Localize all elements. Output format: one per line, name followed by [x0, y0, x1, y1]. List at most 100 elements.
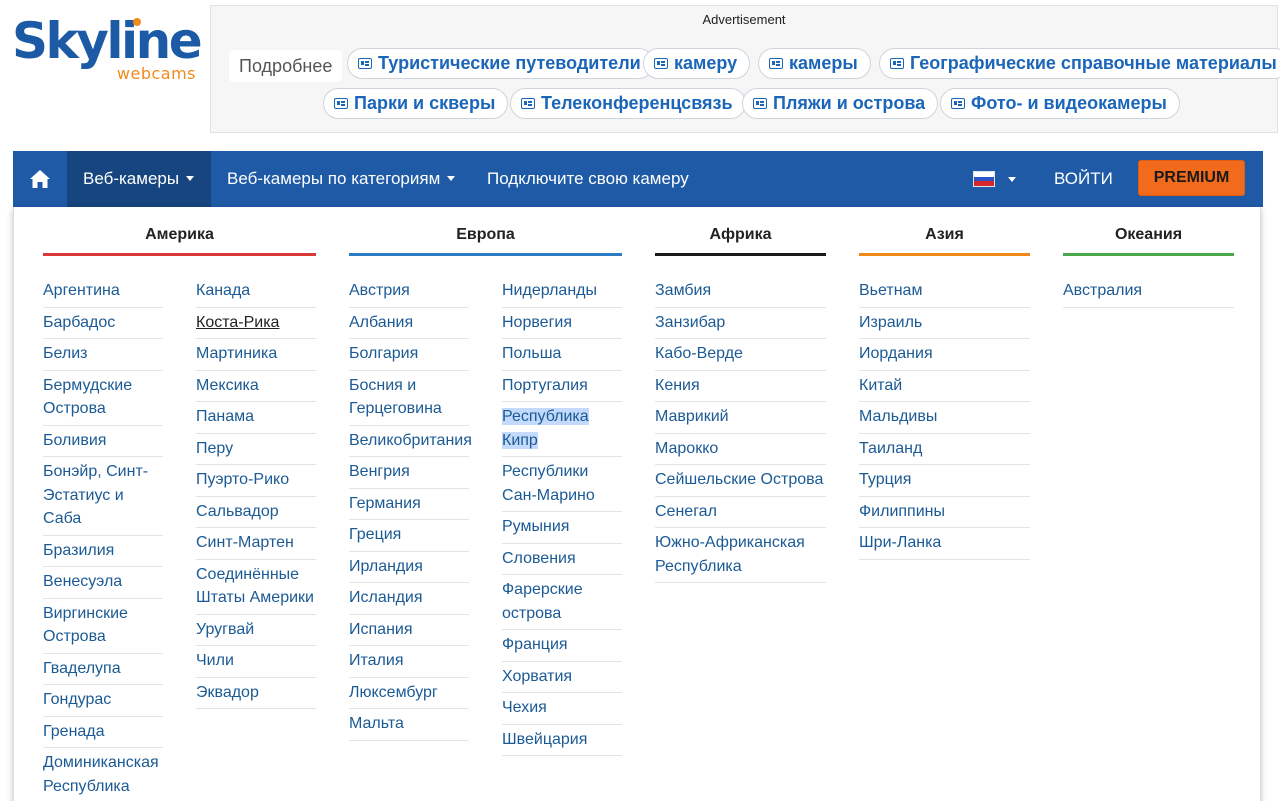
country-link[interactable]: Республики Сан-Марино: [502, 457, 622, 512]
skyline-logo[interactable]: Skyline webcams: [12, 14, 203, 84]
country-link[interactable]: Аргентина: [43, 276, 163, 308]
country-link[interactable]: Австралия: [1063, 276, 1234, 308]
country-link[interactable]: Иордания: [859, 339, 1030, 371]
country-link[interactable]: Болгария: [349, 339, 469, 371]
country-link[interactable]: Исландия: [349, 583, 469, 615]
country-link[interactable]: Нидерланды: [502, 276, 622, 308]
country-link[interactable]: Маврикий: [655, 402, 826, 434]
russian-flag-icon[interactable]: [973, 171, 995, 187]
region-title-asia[interactable]: Азия: [859, 226, 1030, 256]
ad-chip-cameras[interactable]: камеры: [758, 48, 871, 79]
country-link[interactable]: Кабо-Верде: [655, 339, 826, 371]
country-link[interactable]: Гренада: [43, 717, 163, 748]
country-link[interactable]: Германия: [349, 489, 469, 520]
country-link[interactable]: Великобритания: [349, 426, 472, 457]
ad-chip-geography[interactable]: Географические справочные материалы: [879, 48, 1280, 79]
country-link[interactable]: Сальвадор: [196, 497, 316, 528]
country-link[interactable]: Таиланд: [859, 434, 1030, 465]
country-link[interactable]: Кения: [655, 371, 826, 402]
country-link[interactable]: Мальдивы: [859, 402, 1030, 434]
ad-chip-photo-video[interactable]: Фото- и видеокамеры: [940, 88, 1180, 119]
country-link[interactable]: Италия: [349, 646, 469, 678]
language-caret-icon[interactable]: [1008, 177, 1016, 182]
country-link[interactable]: Канада: [196, 276, 316, 308]
country-link[interactable]: Виргинские Острова: [43, 599, 163, 654]
country-link[interactable]: Польша: [502, 339, 622, 371]
country-link[interactable]: Белиз: [43, 339, 163, 371]
country-link[interactable]: Венесуэла: [43, 567, 163, 599]
login-button[interactable]: ВОЙТИ: [1054, 151, 1113, 207]
country-link[interactable]: Норвегия: [502, 308, 622, 339]
country-link[interactable]: Греция: [349, 520, 469, 552]
ad-chip-teleconference[interactable]: Телеконференцсвязь: [510, 88, 746, 119]
country-link[interactable]: Словения: [502, 544, 622, 575]
country-link[interactable]: Южно-Африканская Республика: [655, 528, 826, 583]
country-link[interactable]: Марокко: [655, 434, 826, 465]
nav-categories-menu[interactable]: Веб-камеры по категориям: [227, 151, 456, 207]
country-link-selected[interactable]: Республика Кипр: [502, 402, 622, 457]
country-link[interactable]: Чили: [196, 646, 316, 678]
ad-more-label: Подробнее: [229, 50, 343, 82]
country-link[interactable]: Фарерские острова: [502, 575, 622, 630]
country-link[interactable]: Мартиника: [196, 339, 316, 371]
advertisement-box: Advertisement Подробнее Туристические пу…: [210, 5, 1280, 133]
country-link[interactable]: Гваделупа: [43, 654, 163, 685]
country-link[interactable]: Гондурас: [43, 685, 163, 717]
region-title-africa[interactable]: Африка: [655, 226, 826, 256]
country-link[interactable]: Сенегал: [655, 497, 826, 528]
country-link[interactable]: Ирландия: [349, 552, 469, 583]
country-link[interactable]: Турция: [859, 465, 1030, 497]
ad-chip-beaches[interactable]: Пляжи и острова: [742, 88, 939, 119]
country-link[interactable]: Уругвай: [196, 615, 316, 646]
country-link[interactable]: Барбадос: [43, 308, 163, 339]
nav-webcams-menu[interactable]: Веб-камеры: [67, 151, 211, 207]
country-link[interactable]: Мексика: [196, 371, 316, 402]
home-button[interactable]: [13, 151, 67, 207]
country-list-europe-1: Австрия Албания Болгария Босния и Герцег…: [349, 276, 472, 741]
country-link[interactable]: Панама: [196, 402, 316, 434]
country-link[interactable]: Соединённые Штаты Америки: [196, 560, 316, 615]
country-link[interactable]: Люксембург: [349, 678, 469, 709]
country-link[interactable]: Филиппины: [859, 497, 1030, 528]
country-link[interactable]: Чехия: [502, 693, 622, 725]
nav-connect-camera-link[interactable]: Подключите свою камеру: [487, 151, 689, 207]
country-link[interactable]: Замбия: [655, 276, 826, 308]
country-link[interactable]: Занзибар: [655, 308, 826, 339]
country-link[interactable]: Венгрия: [349, 457, 469, 489]
country-link[interactable]: Сейшельские Острова: [655, 465, 826, 497]
region-title-europe[interactable]: Европа: [349, 226, 622, 256]
country-link[interactable]: Испания: [349, 615, 469, 646]
country-link[interactable]: Вьетнам: [859, 276, 1030, 308]
country-link[interactable]: Шри-Ланка: [859, 528, 1030, 560]
country-link[interactable]: Австрия: [349, 276, 469, 308]
country-link[interactable]: Доминиканская Республика: [43, 748, 163, 801]
country-link[interactable]: Бонэйр, Синт-Эстатиус и Саба: [43, 457, 163, 536]
region-title-oceania[interactable]: Океания: [1063, 226, 1234, 256]
country-link[interactable]: Франция: [502, 630, 622, 662]
country-link[interactable]: Швейцария: [502, 725, 622, 756]
country-link[interactable]: Синт-Мартен: [196, 528, 316, 560]
country-link[interactable]: Босния и Герцеговина: [349, 371, 469, 426]
country-link[interactable]: Бермудские Острова: [43, 371, 163, 426]
country-link[interactable]: Боливия: [43, 426, 163, 457]
country-link[interactable]: Эквадор: [196, 678, 316, 709]
country-link[interactable]: Израиль: [859, 308, 1030, 339]
country-link[interactable]: Бразилия: [43, 536, 163, 567]
news-icon: [769, 58, 783, 69]
ad-chip-parks[interactable]: Парки и скверы: [323, 88, 509, 119]
ad-chip-camera[interactable]: камеру: [643, 48, 751, 79]
country-link[interactable]: Албания: [349, 308, 469, 339]
country-link-hovered[interactable]: Коста-Рика: [196, 308, 316, 339]
country-link[interactable]: Пуэрто-Рико: [196, 465, 316, 497]
country-link[interactable]: Румыния: [502, 512, 622, 544]
country-link[interactable]: Китай: [859, 371, 1030, 402]
country-list-america-1: Аргентина Барбадос Белиз Бермудские Остр…: [43, 276, 163, 801]
country-link[interactable]: Хорватия: [502, 662, 622, 693]
ad-chip-travel-guides[interactable]: Туристические путеводители: [347, 48, 654, 79]
country-link[interactable]: Мальта: [349, 709, 469, 741]
caret-down-icon: [447, 176, 456, 181]
country-link[interactable]: Перу: [196, 434, 316, 465]
region-title-america[interactable]: Америка: [43, 226, 316, 256]
premium-button[interactable]: PREMIUM: [1138, 160, 1245, 196]
country-link[interactable]: Португалия: [502, 371, 622, 402]
